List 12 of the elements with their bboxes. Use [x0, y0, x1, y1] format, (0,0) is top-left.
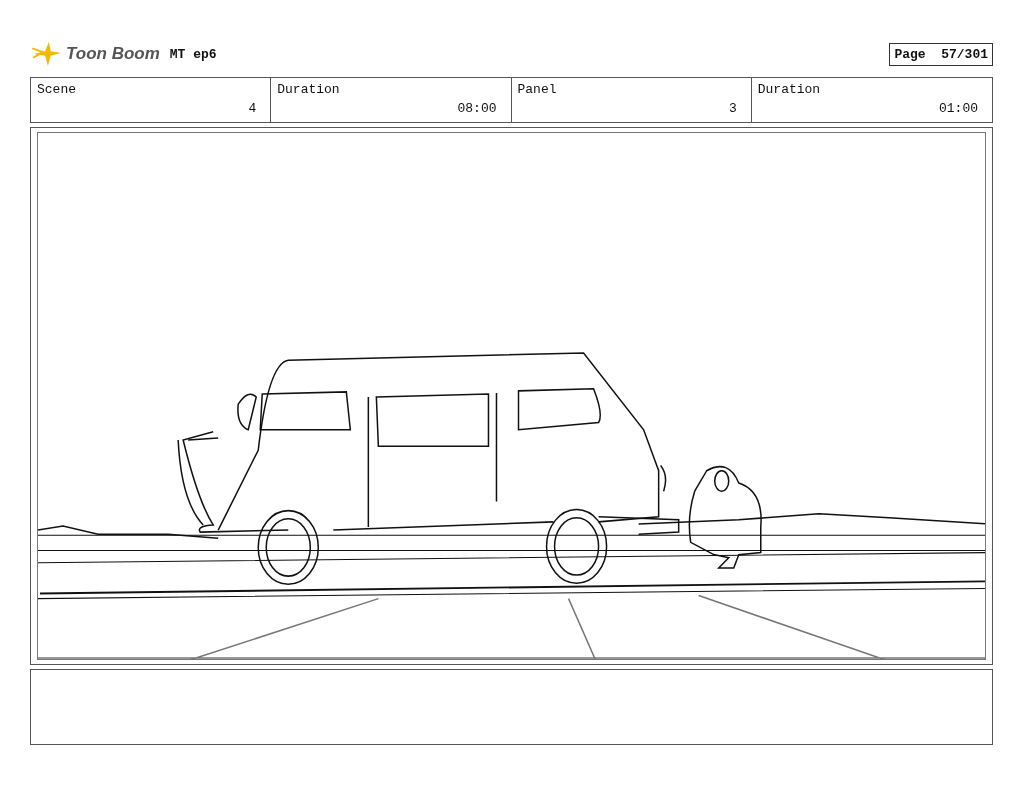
field-value: 01:00 [938, 101, 978, 116]
logo-text: Toon Boom [66, 44, 160, 64]
field-value: 08:00 [456, 101, 497, 116]
field-label: Duration [277, 82, 341, 97]
document-title: MT ep6 [169, 46, 217, 62]
field-value: 3 [727, 101, 737, 116]
field-label: Panel [517, 82, 558, 97]
field-label: Scene [37, 82, 77, 97]
field-value: 4 [247, 101, 257, 116]
page-number: Page 57/301 [889, 42, 993, 66]
field-label: Duration [757, 82, 822, 97]
sparkle-logo-icon [32, 41, 62, 67]
